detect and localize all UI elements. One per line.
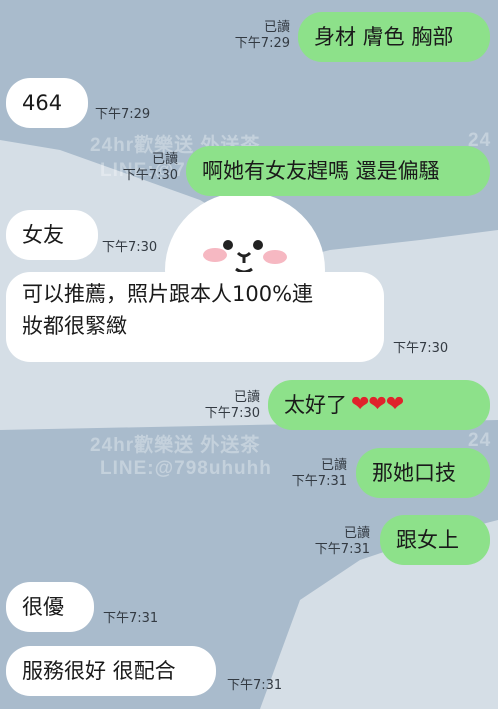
incoming-message[interactable]: 服務很好 很配合 bbox=[6, 646, 216, 696]
outgoing-message[interactable]: 身材 膚色 胸部 bbox=[298, 12, 490, 62]
message-meta: 已讀 下午7:31 bbox=[292, 458, 347, 490]
incoming-message[interactable]: 可以推薦，照片跟本人100%連 妝都很緊緻 bbox=[6, 272, 384, 362]
timestamp: 下午7:30 bbox=[393, 341, 449, 356]
message-text: 身材 膚色 胸部 bbox=[314, 25, 454, 49]
outgoing-message[interactable]: 那她口技 bbox=[356, 448, 490, 498]
timestamp: 下午7:30 bbox=[122, 168, 178, 183]
message-text: 啊她有女友趕嗎 還是偏騷 bbox=[202, 159, 440, 183]
read-receipt: 已讀 bbox=[233, 390, 260, 405]
timestamp: 下午7:29 bbox=[234, 36, 290, 51]
message-meta: 已讀 下午7:31 bbox=[315, 526, 370, 558]
timestamp: 下午7:29 bbox=[95, 107, 151, 122]
outgoing-message[interactable]: 啊她有女友趕嗎 還是偏騷 bbox=[186, 146, 490, 196]
incoming-message[interactable]: 464 bbox=[6, 78, 88, 128]
timestamp: 下午7:31 bbox=[291, 474, 347, 489]
timestamp: 下午7:30 bbox=[102, 240, 158, 255]
message-text: 太好了 bbox=[284, 393, 347, 417]
read-receipt: 已讀 bbox=[151, 152, 178, 167]
message-text: 464 bbox=[22, 91, 63, 115]
timestamp: 下午7:31 bbox=[227, 678, 283, 693]
message-text: 跟女上 bbox=[396, 528, 459, 552]
read-receipt: 已讀 bbox=[343, 526, 370, 541]
heart-emoji: ❤❤❤ bbox=[351, 392, 404, 417]
timestamp: 下午7:31 bbox=[103, 611, 159, 626]
message-text-line: 妝都很緊緻 bbox=[22, 314, 127, 338]
message-text: 女友 bbox=[22, 223, 64, 247]
incoming-message[interactable]: 很優 bbox=[6, 582, 94, 632]
message-meta: 已讀 下午7:30 bbox=[205, 390, 260, 422]
read-receipt: 已讀 bbox=[320, 458, 347, 473]
message-text: 那她口技 bbox=[372, 461, 456, 485]
timestamp: 下午7:30 bbox=[204, 406, 260, 421]
outgoing-message[interactable]: 太好了 ❤❤❤ bbox=[268, 380, 490, 430]
message-meta: 已讀 下午7:29 bbox=[235, 20, 290, 52]
read-receipt: 已讀 bbox=[263, 20, 290, 35]
timestamp: 下午7:31 bbox=[314, 542, 370, 557]
message-meta: 已讀 下午7:30 bbox=[123, 152, 178, 184]
incoming-message[interactable]: 女友 bbox=[6, 210, 98, 260]
message-text-line: 可以推薦，照片跟本人100%連 bbox=[22, 282, 314, 306]
message-text: 很優 bbox=[22, 595, 64, 619]
message-text: 服務很好 很配合 bbox=[22, 659, 176, 683]
outgoing-message[interactable]: 跟女上 bbox=[380, 515, 490, 565]
